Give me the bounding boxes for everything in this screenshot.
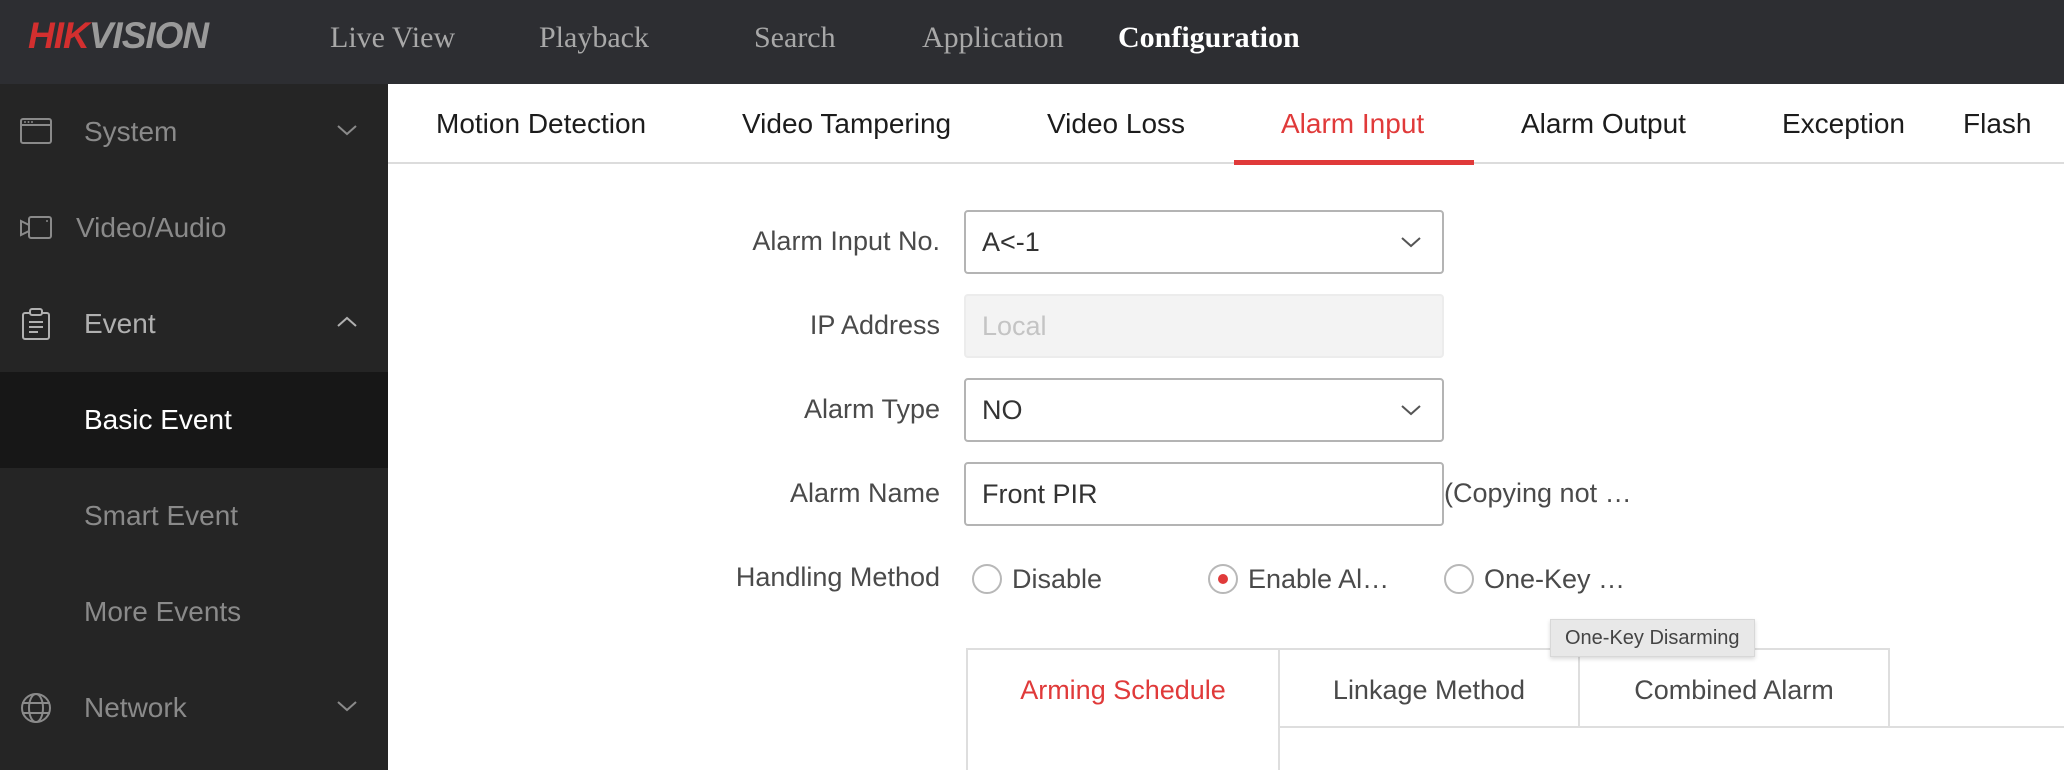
sidebar-item-more-events[interactable]: More Events <box>0 564 388 660</box>
ip-address-value: Local <box>982 311 1047 341</box>
chevron-up-icon <box>337 316 357 327</box>
radio-dot <box>1218 574 1228 584</box>
alarm-name-label: Alarm Name <box>789 478 940 508</box>
sidebar-item-system[interactable]: System <box>0 84 388 180</box>
sidebar-item-label: Basic Event <box>84 404 232 435</box>
tab-alarm-input[interactable]: Alarm Input <box>1281 84 1424 164</box>
sidebar-item-video-audio[interactable]: Video/Audio <box>0 180 388 276</box>
sidebar: System Video/Audio Event Basic Event Sma… <box>0 84 388 770</box>
alarm-input-no-select[interactable]: A<-1 <box>964 210 1444 274</box>
ip-address-label: IP Address <box>809 310 940 340</box>
top-header: HIKVISION Live View Playback Search Appl… <box>0 0 2064 84</box>
tab-video-tampering[interactable]: Video Tampering <box>742 84 951 164</box>
window-icon <box>20 118 52 144</box>
sidebar-item-label: Smart Event <box>84 500 239 531</box>
tab-exception[interactable]: Exception <box>1782 84 1905 164</box>
radio-label: Enable Al… <box>1248 564 1390 594</box>
handling-method-label: Handling Method <box>735 562 940 592</box>
tab-motion-detection[interactable]: Motion Detection <box>436 84 646 164</box>
logo-hik-text: HIK <box>28 15 90 56</box>
sidebar-item-event[interactable]: Event <box>0 276 388 372</box>
sidebar-item-basic-event[interactable]: Basic Event <box>0 372 388 468</box>
radio-label: One-Key … <box>1484 564 1626 594</box>
sidebar-item-label: More Events <box>84 596 242 627</box>
active-tab-indicator <box>1234 160 1474 165</box>
chevron-down-icon <box>337 125 357 136</box>
nav-live-view[interactable]: Live View <box>330 0 455 76</box>
radio-circle <box>972 564 1002 594</box>
tab-alarm-output[interactable]: Alarm Output <box>1521 84 1686 164</box>
nav-search[interactable]: Search <box>754 0 836 76</box>
sidebar-item-network[interactable]: Network <box>0 660 388 756</box>
alarm-name-value: Front PIR <box>982 479 1098 509</box>
sidebar-item-smart-event[interactable]: Smart Event <box>0 468 388 564</box>
sidebar-item-label: System <box>84 116 178 147</box>
chevron-down-icon <box>1401 237 1421 248</box>
video-camera-icon <box>20 216 52 239</box>
alarm-input-no-label: Alarm Input No. <box>752 226 940 256</box>
tab-video-loss[interactable]: Video Loss <box>1047 84 1185 164</box>
chevron-down-icon <box>337 701 357 712</box>
subtab-panel: Arming Schedule Linkage Method Combined … <box>966 648 2064 770</box>
alarm-type-label: Alarm Type <box>803 394 940 424</box>
radio-label: Disable <box>1012 564 1103 594</box>
subtab-linkage-method[interactable]: Linkage Method <box>1280 648 1580 728</box>
hikvision-logo: HIKVISION <box>28 14 209 58</box>
tooltip: One-Key Disarming <box>1550 619 1755 657</box>
globe-icon <box>21 693 51 723</box>
subtab-divider <box>1280 726 2064 728</box>
nav-configuration[interactable]: Configuration <box>1118 0 1300 76</box>
subtab-combined-alarm[interactable]: Combined Alarm <box>1580 648 1890 728</box>
ip-address-field: Local <box>964 294 1444 358</box>
alarm-name-input[interactable]: Front PIR <box>964 462 1444 526</box>
radio-circle-checked <box>1208 564 1238 594</box>
tab-flash[interactable]: Flash <box>1963 84 2031 164</box>
alarm-type-select[interactable]: NO <box>964 378 1444 442</box>
clipboard-icon <box>22 308 50 340</box>
sidebar-item-label: Event <box>84 308 156 339</box>
sidebar-item-label: Video/Audio <box>76 212 227 243</box>
chevron-down-icon <box>1401 405 1421 416</box>
nav-application[interactable]: Application <box>922 0 1064 76</box>
subtab-arming-schedule[interactable]: Arming Schedule <box>966 648 1280 770</box>
radio-circle <box>1444 564 1474 594</box>
event-tabs: Motion Detection Video Tampering Video L… <box>388 84 2064 165</box>
sidebar-item-label: Network <box>84 692 187 723</box>
alarm-type-value: NO <box>982 395 1023 425</box>
alarm-input-no-value: A<-1 <box>982 227 1040 257</box>
nav-playback[interactable]: Playback <box>539 0 649 76</box>
logo-vision-text: VISION <box>88 15 209 56</box>
alarm-name-hint: (Copying not … <box>1444 478 1632 508</box>
